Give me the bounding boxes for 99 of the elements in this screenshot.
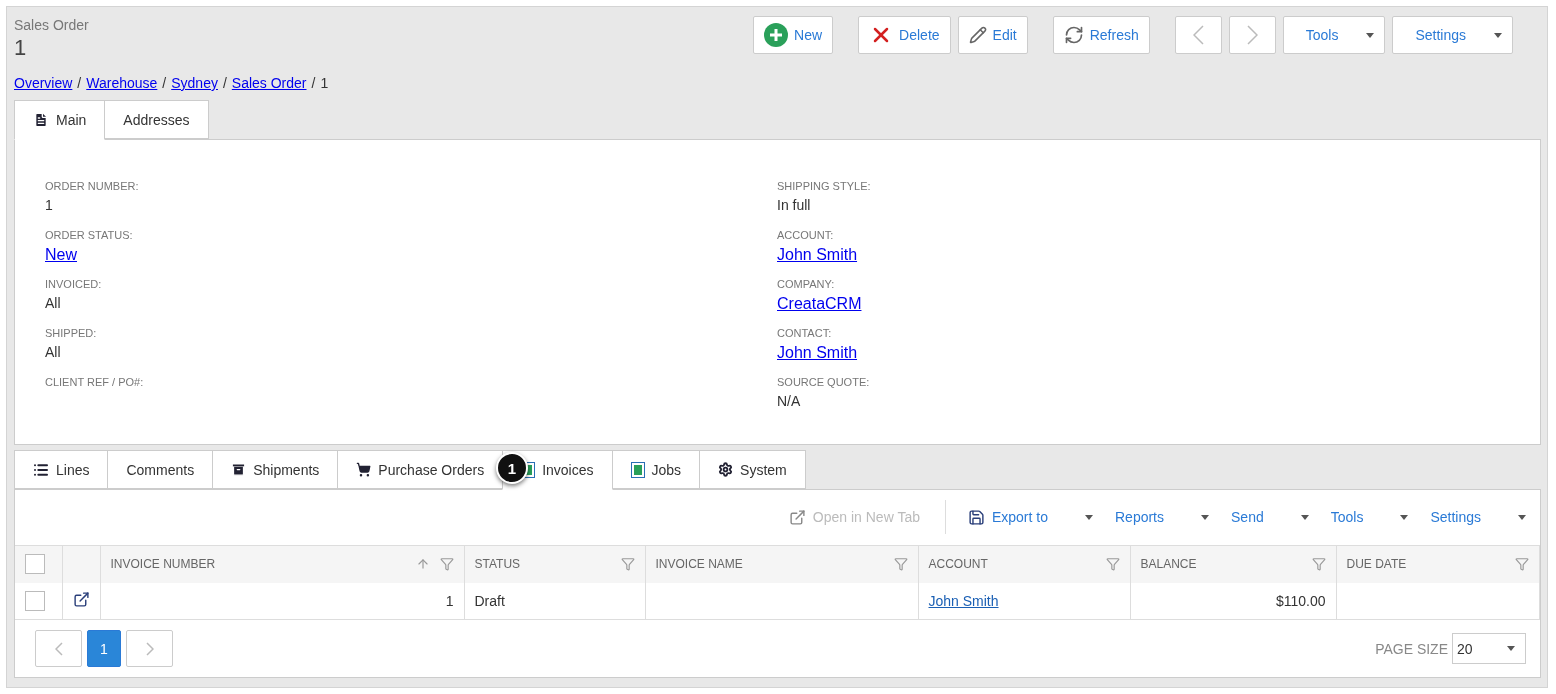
field-label: COMPANY:	[777, 278, 836, 290]
breadcrumb-link[interactable]: Warehouse	[86, 75, 158, 91]
breadcrumb-link[interactable]: Sales Order	[231, 75, 307, 91]
external-link-icon[interactable]	[72, 590, 90, 608]
column-header[interactable]: INVOICE NUMBER	[110, 557, 216, 572]
breadcrumb-link[interactable]: Sydney	[171, 75, 218, 91]
column-header[interactable]: BALANCE	[1140, 557, 1197, 572]
filter-icon[interactable]	[893, 557, 908, 572]
next-page-button[interactable]	[126, 630, 173, 667]
tab[interactable]: Shipments	[212, 450, 339, 489]
dropdown-button[interactable]: Export to	[945, 508, 1093, 526]
filter-icon[interactable]	[1311, 557, 1326, 572]
field-value: All	[45, 344, 62, 360]
delete-button[interactable]: Delete	[858, 16, 951, 54]
tab[interactable]: Addresses	[104, 100, 209, 139]
page-button[interactable]: 1	[87, 630, 121, 667]
field-value: N/A	[777, 393, 802, 409]
document-icon	[33, 112, 49, 128]
field-label: ACCOUNT:	[777, 229, 835, 241]
filter-icon[interactable]	[620, 557, 635, 572]
tab[interactable]: System	[699, 450, 806, 489]
field-label: INVOICED:	[45, 278, 103, 290]
next-button[interactable]	[1228, 16, 1276, 54]
external-link-icon	[788, 508, 806, 526]
save-icon	[967, 508, 985, 526]
breadcrumb-separator: /	[162, 75, 167, 91]
breadcrumb-separator: /	[222, 75, 227, 91]
column-header[interactable]: STATUS	[474, 557, 521, 572]
filter-icon[interactable]	[1515, 557, 1529, 572]
caret-icon	[1366, 32, 1375, 38]
caret-icon	[1494, 32, 1502, 38]
field-label: SOURCE QUOTE:	[777, 376, 871, 388]
refresh-icon	[1063, 25, 1084, 45]
cart-icon	[356, 462, 372, 477]
chevron-left-icon	[1192, 25, 1204, 45]
checkbox[interactable]	[25, 554, 45, 575]
chevron-right-icon	[1246, 25, 1258, 45]
dropdown-button[interactable]: Send	[1209, 509, 1309, 525]
refresh-button[interactable]: Refresh	[1052, 16, 1150, 54]
settings-icon	[718, 462, 734, 477]
column-header[interactable]: DUE DATE	[1346, 557, 1407, 572]
field-value: 1	[45, 197, 54, 213]
table-cell: 1	[445, 592, 454, 609]
column-header[interactable]: INVOICE NAME	[655, 557, 743, 572]
field-link[interactable]: John Smith	[777, 246, 1510, 264]
filter-icon[interactable]	[439, 557, 454, 572]
page-size-select[interactable]: 20	[1452, 633, 1526, 664]
column-header[interactable]: ACCOUNT	[928, 557, 988, 572]
tab[interactable]: Lines	[14, 450, 109, 489]
field-label: SHIPPED:	[45, 327, 98, 339]
caret-icon	[1085, 514, 1093, 520]
pencil-icon	[968, 26, 987, 44]
field-label: ORDER NUMBER:	[45, 180, 140, 192]
account-link[interactable]: John Smith	[928, 592, 999, 609]
tab[interactable]: Jobs	[611, 450, 701, 489]
breadcrumb-separator: /	[77, 75, 82, 91]
plus-circle-icon	[764, 23, 789, 47]
caret-icon	[1300, 514, 1309, 520]
caret-icon	[1201, 514, 1209, 520]
page-size-label: PAGE SIZE	[1375, 640, 1448, 657]
page-caption: Sales Order	[14, 16, 89, 34]
breadcrumb-separator: /	[311, 75, 316, 91]
previous-button[interactable]	[1174, 16, 1222, 54]
field-link[interactable]: John Smith	[777, 344, 1510, 362]
box-icon	[231, 462, 247, 477]
invoice-icon	[630, 461, 645, 478]
chevron-left-icon	[54, 641, 63, 656]
field-label: CONTACT:	[777, 327, 833, 339]
tab[interactable]: Purchase Orders	[337, 450, 504, 489]
dropdown-button[interactable]: Reports	[1093, 509, 1209, 525]
caret-icon	[1507, 646, 1515, 651]
field-label: CLIENT REF / PO#:	[45, 376, 145, 388]
edit-button[interactable]: Edit	[957, 16, 1028, 54]
tab[interactable]: Comments	[107, 450, 214, 489]
dropdown-button[interactable]: Tools	[1308, 509, 1409, 525]
field-value: All	[45, 295, 62, 311]
chevron-right-icon	[145, 641, 154, 656]
breadcrumb-link[interactable]: Overview	[14, 75, 73, 91]
checkbox[interactable]	[25, 590, 45, 611]
field-link[interactable]: New	[45, 246, 777, 264]
caret-icon	[1518, 514, 1526, 520]
sort-up-icon[interactable]	[415, 557, 430, 572]
field-value: In full	[777, 197, 812, 213]
breadcrumb-current: 1	[320, 75, 329, 91]
page-title: 1	[14, 34, 28, 62]
dropdown-button[interactable]: Settings	[1408, 509, 1526, 525]
filter-icon[interactable]	[1105, 557, 1120, 572]
field-label: SHIPPING STYLE:	[777, 180, 872, 192]
table-cell: Draft	[474, 592, 505, 609]
field-label: ORDER STATUS:	[45, 229, 134, 241]
dropdown-button[interactable]: Tools	[1282, 16, 1386, 54]
tab[interactable]: Main	[14, 100, 106, 140]
new-button[interactable]: New	[753, 16, 834, 54]
dropdown-button[interactable]: Settings	[1392, 16, 1513, 54]
previous-page-button[interactable]	[35, 630, 82, 667]
caret-icon	[1400, 514, 1409, 520]
field-link[interactable]: CreataCRM	[777, 295, 1510, 313]
table-cell: $110.00	[1275, 592, 1326, 609]
list-icon	[33, 461, 49, 478]
